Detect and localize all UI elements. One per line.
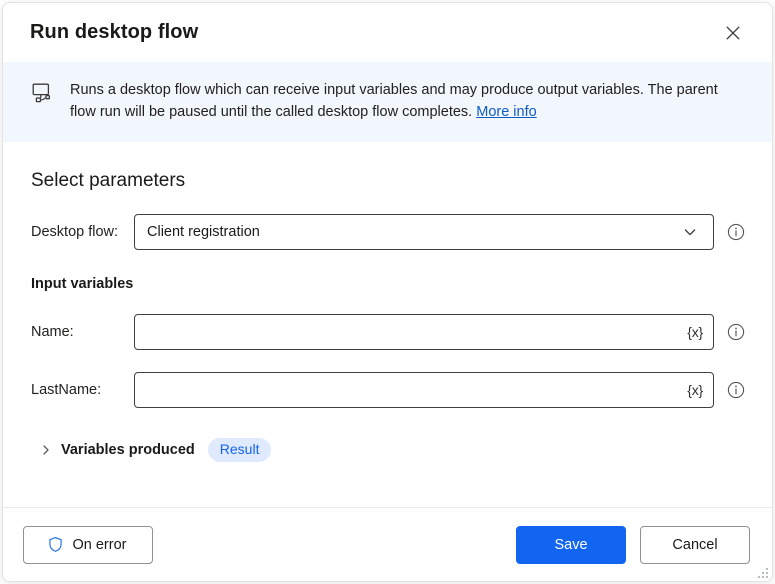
info-circle-icon-name[interactable]: [726, 322, 746, 342]
desktop-flow-value: Client registration: [147, 224, 260, 240]
input-lastname-field-shell: {x}: [134, 372, 714, 408]
close-icon[interactable]: [716, 16, 750, 50]
label-input-lastname: LastName:: [31, 382, 102, 398]
input-name-field-shell: {x}: [134, 314, 714, 350]
variable-picker-button-name[interactable]: {x}: [683, 322, 705, 342]
info-circle-glyph: [727, 381, 745, 399]
page-title: Run desktop flow: [30, 21, 199, 43]
info-circle-icon-lastname[interactable]: [726, 380, 746, 400]
input-name-field[interactable]: {x}: [134, 314, 714, 350]
close-glyph: [726, 26, 740, 39]
label-input-name: Name:: [31, 324, 74, 340]
dialog-footer: On error Save Cancel: [3, 507, 772, 581]
dialog-header: Run desktop flow: [3, 3, 772, 62]
footer-actions: Save Cancel: [516, 525, 750, 564]
info-banner: Runs a desktop flow which can receive in…: [3, 62, 772, 142]
row-input-lastname: LastName: {x}: [31, 372, 746, 408]
desktop-flow-dropdown[interactable]: Client registration: [134, 214, 714, 250]
cancel-button[interactable]: Cancel: [640, 525, 750, 564]
section-title-select-parameters: Select parameters: [31, 170, 186, 191]
save-button[interactable]: Save: [516, 525, 626, 564]
save-label: Save: [554, 536, 588, 553]
variables-produced-label[interactable]: Variables produced: [61, 442, 195, 458]
info-circle-glyph: [727, 323, 745, 341]
desktop-flow-field-shell: Client registration: [134, 214, 714, 250]
info-circle-icon-desktop-flow[interactable]: [726, 222, 746, 242]
dialog-body: Select parameters Desktop flow: Client r…: [3, 142, 772, 507]
on-error-button[interactable]: On error: [23, 525, 153, 564]
row-desktop-flow: Desktop flow: Client registration: [31, 214, 746, 250]
input-lastname-field[interactable]: {x}: [134, 372, 714, 408]
info-circle-glyph: [727, 223, 745, 241]
subsection-title-input-variables: Input variables: [31, 276, 134, 292]
label-desktop-flow: Desktop flow:: [31, 224, 119, 240]
variables-produced-expander[interactable]: Variables produced Result: [31, 438, 744, 463]
banner-text: Runs a desktop flow which can receive in…: [70, 79, 744, 123]
resize-grip[interactable]: [755, 565, 768, 578]
cancel-label: Cancel: [672, 536, 718, 553]
variable-picker-button-lastname[interactable]: {x}: [683, 380, 705, 400]
desktop-flow-icon: [32, 83, 51, 103]
chevron-down-icon[interactable]: [679, 221, 701, 243]
status-badge-result[interactable]: Result: [207, 438, 272, 463]
chevron-right-icon[interactable]: [37, 441, 55, 459]
chevron-right-glyph: [43, 445, 49, 455]
row-input-name: Name: {x}: [31, 314, 746, 350]
chevron-down-glyph: [684, 229, 696, 236]
banner-description: Runs a desktop flow which can receive in…: [70, 82, 718, 120]
on-error-label: On error: [72, 536, 127, 553]
shield-icon: [48, 537, 62, 552]
run-desktop-flow-dialog: Run desktop flow Runs a desktop flow whi…: [2, 2, 773, 582]
more-info-link[interactable]: More info: [476, 104, 536, 120]
